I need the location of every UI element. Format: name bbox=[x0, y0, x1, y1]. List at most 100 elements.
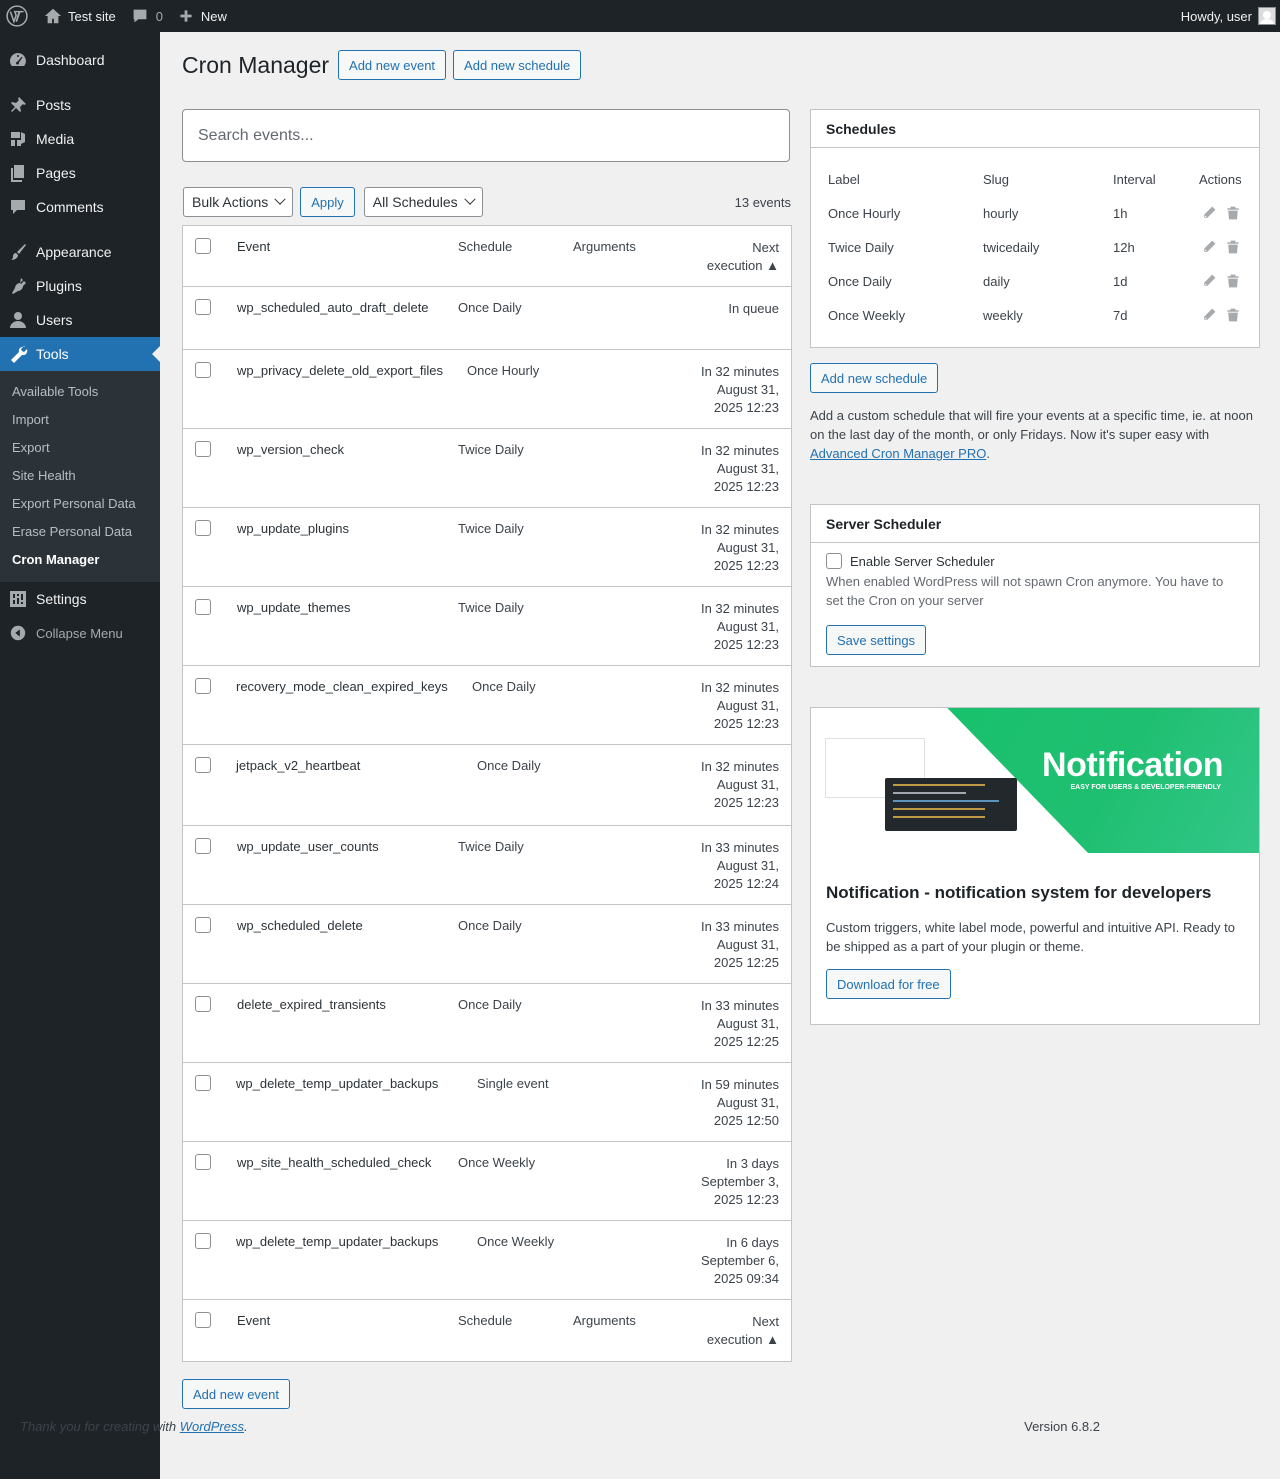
submenu-import[interactable]: Import bbox=[0, 406, 160, 434]
pencil-icon[interactable] bbox=[1201, 307, 1217, 323]
pencil-icon[interactable] bbox=[1201, 205, 1217, 221]
event-next-execution: In 32 minutes August 31, 2025 12:23 bbox=[701, 442, 779, 496]
next-execution-line: In 59 minutes bbox=[700, 1077, 779, 1092]
row-checkbox[interactable] bbox=[195, 1233, 211, 1249]
schedule-actions bbox=[1199, 264, 1242, 298]
row-checkbox[interactable] bbox=[195, 362, 211, 378]
bulk-actions-value: Bulk Actions bbox=[192, 194, 269, 210]
event-next-execution: In 3 days September 3, 2025 12:23 bbox=[701, 1155, 779, 1209]
row-checkbox[interactable] bbox=[195, 520, 211, 536]
next-execution-line: 2025 12:50 bbox=[713, 1113, 779, 1128]
menu-plugins[interactable]: Plugins bbox=[0, 269, 160, 303]
trash-icon[interactable] bbox=[1225, 205, 1241, 221]
event-name[interactable]: wp_update_plugins bbox=[237, 521, 349, 536]
wrench-icon bbox=[11, 346, 28, 363]
table-header-row: Event Schedule Arguments Next execution ▲ bbox=[183, 226, 791, 287]
next-execution-line: In 32 minutes bbox=[700, 680, 779, 695]
menu-comments[interactable]: Comments bbox=[0, 190, 160, 224]
event-name[interactable]: wp_scheduled_delete bbox=[237, 918, 363, 933]
wordpress-link[interactable]: WordPress bbox=[180, 1419, 244, 1434]
pencil-icon[interactable] bbox=[1201, 239, 1217, 255]
table-nav: Bulk Actions Apply All Schedules 13 even… bbox=[183, 187, 791, 217]
trash-icon[interactable] bbox=[1225, 307, 1241, 323]
trash-icon[interactable] bbox=[1225, 239, 1241, 255]
row-checkbox[interactable] bbox=[195, 757, 211, 773]
submenu-export-personal-data[interactable]: Export Personal Data bbox=[0, 490, 160, 518]
site-name-link[interactable]: Test site bbox=[36, 0, 124, 32]
next-execution-line: 2025 12:23 bbox=[713, 716, 779, 731]
schedules-filter-select[interactable]: All Schedules bbox=[363, 187, 483, 217]
page-header: Cron Manager Add new event Add new sched… bbox=[182, 50, 588, 80]
column-next-execution[interactable]: Next execution ▲ bbox=[707, 239, 779, 275]
save-settings-button[interactable]: Save settings bbox=[826, 625, 927, 655]
menu-media[interactable]: Media bbox=[0, 122, 160, 156]
row-checkbox[interactable] bbox=[195, 599, 211, 615]
event-name[interactable]: wp_update_user_counts bbox=[237, 839, 379, 854]
brush-icon bbox=[11, 244, 26, 260]
row-checkbox[interactable] bbox=[195, 996, 211, 1012]
enable-server-scheduler-label[interactable]: Enable Server Scheduler bbox=[850, 554, 995, 569]
column-event[interactable]: Event bbox=[237, 239, 270, 254]
submenu-erase-personal-data[interactable]: Erase Personal Data bbox=[0, 518, 160, 546]
menu-settings[interactable]: Settings bbox=[0, 582, 160, 616]
apply-button[interactable]: Apply bbox=[300, 187, 355, 217]
trash-icon[interactable] bbox=[1225, 273, 1241, 289]
table-row: wp_delete_temp_updater_backups Once Weekl… bbox=[183, 1221, 791, 1300]
table-row: delete_expired_transients Once Daily In 33… bbox=[183, 984, 791, 1063]
event-name[interactable]: wp_delete_temp_updater_backups bbox=[236, 1234, 438, 1249]
comments-link[interactable]: 0 bbox=[124, 0, 171, 32]
submenu-cron-manager[interactable]: Cron Manager bbox=[0, 546, 160, 574]
wordpress-logo-icon[interactable] bbox=[0, 0, 36, 32]
submenu-available-tools[interactable]: Available Tools bbox=[0, 378, 160, 406]
schedule-label: Once Daily bbox=[828, 273, 892, 289]
column-schedule[interactable]: Schedule bbox=[458, 239, 512, 254]
event-name[interactable]: wp_site_health_scheduled_check bbox=[237, 1155, 431, 1170]
submenu-site-health[interactable]: Site Health bbox=[0, 462, 160, 490]
event-name[interactable]: wp_delete_temp_updater_backups bbox=[236, 1076, 438, 1091]
row-checkbox[interactable] bbox=[195, 678, 211, 694]
menu-posts[interactable]: Posts bbox=[0, 88, 160, 122]
new-content-link[interactable]: New bbox=[171, 0, 235, 32]
menu-users[interactable]: Users bbox=[0, 303, 160, 337]
row-checkbox[interactable] bbox=[195, 917, 211, 933]
select-all-checkbox-footer[interactable] bbox=[195, 1312, 211, 1328]
add-new-schedule-button[interactable]: Add new schedule bbox=[453, 50, 582, 80]
sidebar-add-new-schedule-button[interactable]: Add new schedule bbox=[810, 363, 939, 393]
event-name[interactable]: delete_expired_transients bbox=[237, 997, 386, 1012]
submenu-export[interactable]: Export bbox=[0, 434, 160, 462]
event-name[interactable]: jetpack_v2_heartbeat bbox=[236, 758, 360, 773]
row-checkbox[interactable] bbox=[195, 1075, 211, 1091]
row-checkbox[interactable] bbox=[195, 299, 211, 315]
row-checkbox[interactable] bbox=[195, 441, 211, 457]
bottom-add-new-event-button[interactable]: Add new event bbox=[182, 1379, 291, 1409]
schedule-interval: 12h bbox=[1113, 239, 1135, 255]
enable-server-scheduler-checkbox[interactable] bbox=[826, 553, 842, 569]
advanced-cron-manager-pro-link[interactable]: Advanced Cron Manager PRO bbox=[810, 446, 986, 461]
next-execution-line: In 33 minutes bbox=[700, 919, 779, 934]
my-account[interactable]: Howdy, user bbox=[1181, 7, 1280, 25]
pencil-icon[interactable] bbox=[1201, 273, 1217, 289]
event-name[interactable]: wp_scheduled_auto_draft_delete bbox=[237, 300, 429, 315]
collapse-menu-button[interactable]: Collapse Menu bbox=[0, 616, 160, 650]
menu-appearance[interactable]: Appearance bbox=[0, 235, 160, 269]
event-name[interactable]: recovery_mode_clean_expired_keys bbox=[236, 679, 448, 694]
bulk-actions-select[interactable]: Bulk Actions bbox=[183, 187, 294, 217]
event-name[interactable]: wp_update_themes bbox=[237, 600, 350, 615]
admin-footer: Thank you for creating with WordPress. V… bbox=[20, 1419, 1100, 1434]
notification-banner[interactable]: Notification EASY FOR USERS & DEVELOPER-… bbox=[811, 708, 1259, 853]
event-name[interactable]: wp_privacy_delete_old_export_files bbox=[237, 363, 443, 378]
column-event[interactable]: Event bbox=[237, 1313, 270, 1328]
row-checkbox[interactable] bbox=[195, 1154, 211, 1170]
next-execution-line: In 32 minutes bbox=[700, 601, 779, 616]
column-schedule[interactable]: Schedule bbox=[458, 1313, 512, 1328]
add-new-event-button[interactable]: Add new event bbox=[338, 50, 447, 80]
row-checkbox[interactable] bbox=[195, 838, 211, 854]
search-input[interactable] bbox=[198, 126, 789, 145]
menu-pages[interactable]: Pages bbox=[0, 156, 160, 190]
download-for-free-button[interactable]: Download for free bbox=[826, 969, 951, 999]
select-all-checkbox[interactable] bbox=[195, 238, 211, 254]
menu-dashboard[interactable]: Dashboard bbox=[0, 43, 160, 77]
menu-tools[interactable]: Tools bbox=[0, 337, 160, 371]
event-name[interactable]: wp_version_check bbox=[237, 442, 344, 457]
column-next-execution[interactable]: Next execution ▲ bbox=[707, 1313, 779, 1349]
